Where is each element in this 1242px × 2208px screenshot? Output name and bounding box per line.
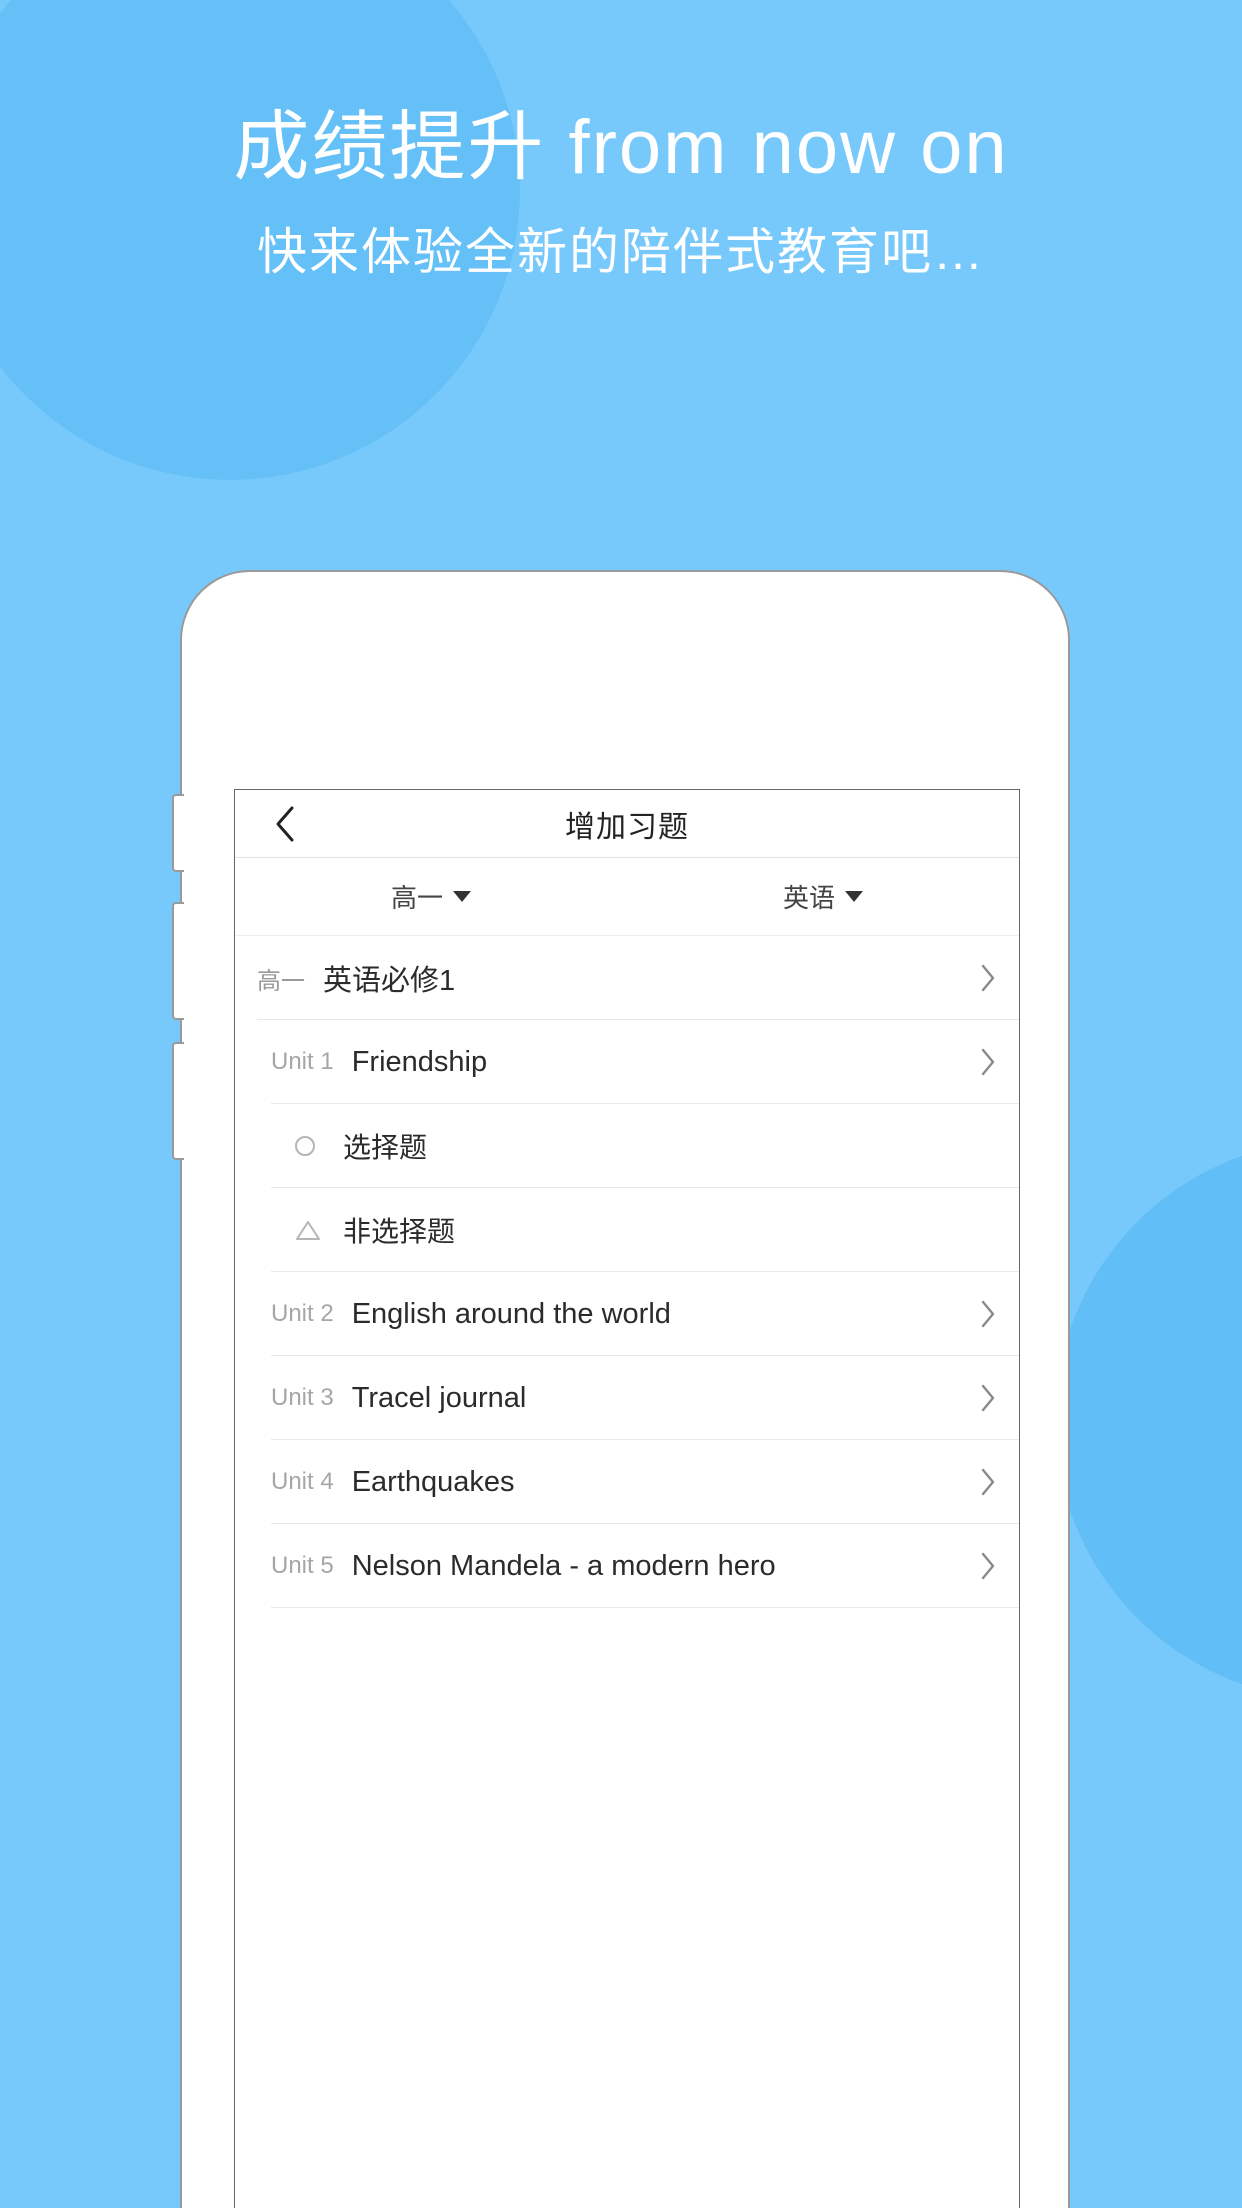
promo-screenshot: 成绩提升 from now on 快来体验全新的陪伴式教育吧… 增加习题 高一 …	[0, 0, 1242, 2208]
chevron-right-icon	[979, 1299, 997, 1329]
list-item-question-type[interactable]: 非选择题	[235, 1188, 1019, 1272]
question-type-label: 选择题	[343, 1132, 428, 1163]
page-title: 增加习题	[565, 810, 689, 844]
phone-mockup: 增加习题 高一 英语 高一 英语必修1 Unit 1 Friendship 选择…	[172, 570, 1070, 2208]
list-item-question-type[interactable]: 选择题	[235, 1104, 1019, 1188]
chevron-left-icon	[274, 805, 296, 843]
filter-subject[interactable]: 英语	[627, 878, 1019, 915]
unit-tag: Unit 3	[271, 1384, 334, 1411]
filter-grade[interactable]: 高一	[235, 878, 627, 915]
row-divider	[271, 1607, 1019, 1608]
book-title: 英语必修1	[323, 965, 456, 997]
volume-down-button[interactable]	[172, 1042, 184, 1160]
filter-grade-label: 高一	[390, 883, 443, 913]
unit-title: English around the world	[351, 1297, 671, 1330]
hero-subtitle: 快来体验全新的陪伴式教育吧…	[257, 224, 985, 280]
book-grade-tag: 高一	[257, 967, 305, 995]
hero-title: 成绩提升 from now on	[233, 105, 1009, 190]
triangle-icon	[295, 1219, 335, 1241]
list-item-unit[interactable]: Unit 1 Friendship	[235, 1020, 1019, 1104]
list-item-unit[interactable]: Unit 3 Tracel journal	[235, 1356, 1019, 1440]
volume-up-button[interactable]	[172, 902, 184, 1020]
chevron-right-icon	[979, 1551, 997, 1581]
filter-subject-label: 英语	[782, 883, 835, 913]
circle-icon	[295, 1136, 335, 1156]
question-type-label: 非选择题	[343, 1216, 456, 1247]
filter-bar: 高一 英语	[235, 858, 1019, 936]
unit-title: Friendship	[351, 1045, 488, 1078]
chevron-right-icon	[979, 1047, 997, 1077]
silent-switch-button[interactable]	[172, 794, 184, 872]
unit-title: Nelson Mandela - a modern hero	[351, 1549, 776, 1582]
unit-title: Tracel journal	[351, 1381, 527, 1414]
unit-tag: Unit 2	[271, 1300, 334, 1327]
list-item-unit[interactable]: Unit 5 Nelson Mandela - a modern hero	[235, 1524, 1019, 1608]
unit-title: Earthquakes	[351, 1465, 515, 1498]
textbook-unit-list: 高一 英语必修1 Unit 1 Friendship 选择题 非选择题 Unit…	[235, 936, 1019, 1608]
unit-tag: Unit 1	[271, 1048, 334, 1075]
unit-tag: Unit 5	[271, 1552, 334, 1579]
chevron-right-icon	[979, 1467, 997, 1497]
chevron-right-icon	[979, 963, 997, 993]
chevron-right-icon	[979, 1383, 997, 1413]
back-button[interactable]	[257, 790, 313, 858]
caret-down-icon	[453, 891, 471, 902]
unit-tag: Unit 4	[271, 1468, 334, 1495]
decorative-circle-bottom-right	[1055, 1140, 1242, 1700]
hero-text-block: 成绩提升 from now on 快来体验全新的陪伴式教育吧…	[0, 100, 1242, 284]
list-item-unit[interactable]: Unit 4 Earthquakes	[235, 1440, 1019, 1524]
list-item-unit[interactable]: Unit 2 English around the world	[235, 1272, 1019, 1356]
app-screen: 增加习题 高一 英语 高一 英语必修1 Unit 1 Friendship 选择…	[234, 789, 1020, 2208]
app-nav-bar: 增加习题	[235, 790, 1019, 858]
list-item-book[interactable]: 高一 英语必修1	[235, 936, 1019, 1020]
caret-down-icon	[845, 891, 863, 902]
